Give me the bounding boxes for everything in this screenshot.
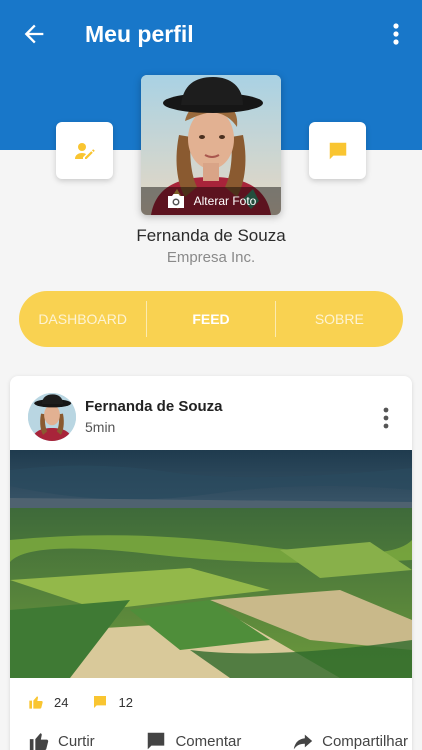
more-options-button[interactable] bbox=[384, 20, 408, 48]
profile-photo: Alterar Foto bbox=[141, 75, 281, 215]
feed-post-card: Fernanda de Souza 5min 24 12 Curtir Come… bbox=[10, 376, 412, 750]
thumbs-up-icon bbox=[29, 733, 49, 750]
comments-value: 12 bbox=[118, 694, 133, 710]
edit-profile-icon bbox=[74, 142, 95, 159]
change-photo-button[interactable]: Alterar Foto bbox=[141, 187, 281, 215]
tab-feed[interactable]: FEED bbox=[147, 291, 274, 347]
post-image[interactable] bbox=[10, 450, 412, 678]
tab-sobre[interactable]: SOBRE bbox=[276, 291, 403, 347]
more-vertical-icon bbox=[393, 23, 399, 45]
more-vertical-icon bbox=[383, 407, 389, 429]
post-stats: 24 12 bbox=[28, 694, 157, 710]
camera-icon bbox=[167, 194, 184, 208]
change-photo-label: Alterar Foto bbox=[193, 194, 257, 208]
comment-button[interactable]: Comentar bbox=[145, 730, 241, 750]
post-options-button[interactable] bbox=[376, 406, 396, 430]
thumbs-up-icon bbox=[29, 696, 43, 709]
arrow-left-icon bbox=[24, 24, 44, 44]
post-author[interactable]: Fernanda de Souza bbox=[85, 398, 223, 415]
comment-label: Comentar bbox=[175, 732, 242, 750]
message-icon bbox=[329, 142, 346, 159]
back-button[interactable] bbox=[20, 20, 48, 48]
profile-company: Empresa Inc. bbox=[166, 249, 256, 266]
share-arrow-icon bbox=[293, 734, 313, 750]
like-button[interactable]: Curtir bbox=[28, 730, 95, 750]
post-actions: Curtir Comentar Compartilhar bbox=[28, 730, 408, 750]
comment-icon bbox=[94, 696, 107, 708]
share-button[interactable]: Compartilhar bbox=[292, 730, 408, 750]
tab-dashboard[interactable]: DASHBOARD bbox=[19, 291, 146, 347]
likes-count: 24 bbox=[28, 694, 68, 710]
comment-icon bbox=[148, 732, 165, 750]
comments-count: 12 bbox=[92, 694, 133, 710]
share-label: Compartilhar bbox=[322, 732, 408, 750]
like-label: Curtir bbox=[58, 732, 95, 750]
profile-name: Fernanda de Souza bbox=[136, 226, 286, 245]
likes-value: 24 bbox=[54, 694, 69, 710]
page-title: Meu perfil bbox=[85, 21, 194, 47]
profile-tabs: DASHBOARD FEED SOBRE bbox=[19, 291, 403, 347]
avatar[interactable] bbox=[28, 393, 76, 441]
post-time: 5min bbox=[85, 419, 116, 435]
edit-profile-button[interactable] bbox=[56, 122, 113, 179]
send-message-button[interactable] bbox=[309, 122, 366, 179]
avatar-image bbox=[28, 393, 76, 441]
